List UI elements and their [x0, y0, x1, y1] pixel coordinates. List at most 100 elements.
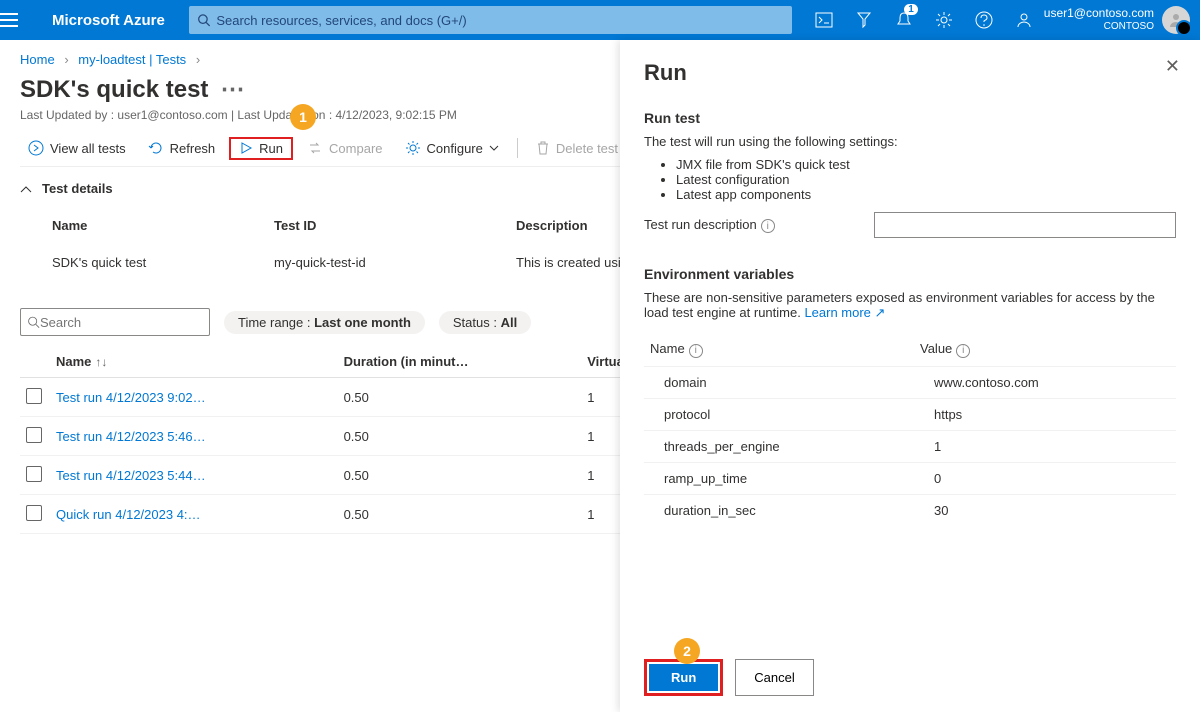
search-icon — [197, 13, 211, 27]
refresh-button[interactable]: Refresh — [140, 136, 224, 160]
info-icon[interactable]: i — [689, 344, 703, 358]
panel-title: Run — [644, 60, 1176, 86]
env-value: www.contoso.com — [914, 366, 1176, 398]
col-description: Description — [516, 208, 621, 243]
configure-label: Configure — [427, 141, 483, 156]
top-header: Microsoft Azure 1 user1@contoso.com CONT… — [0, 0, 1200, 40]
env-name: duration_in_sec — [644, 494, 914, 526]
chevron-right-icon: › — [64, 52, 68, 67]
hamburger-icon — [0, 13, 18, 27]
sort-icon: ↑↓ — [95, 355, 107, 369]
compare-button[interactable]: Compare — [299, 136, 390, 160]
run-name-link[interactable]: Quick run 4/12/2023 4:… — [56, 507, 201, 522]
env-value: 1 — [914, 430, 1176, 462]
run-panel: ✕ Run Run test The test will run using t… — [620, 40, 1200, 712]
run-duration: 0.50 — [338, 456, 582, 495]
col-run-name[interactable]: Name↑↓ — [50, 346, 338, 378]
bullet-item: Latest app components — [676, 187, 1176, 202]
notifications-icon[interactable]: 1 — [884, 0, 924, 40]
close-panel-button[interactable]: ✕ — [1165, 56, 1180, 77]
avatar[interactable] — [1162, 6, 1190, 34]
global-search[interactable] — [189, 6, 792, 34]
chevron-up-icon — [20, 185, 32, 193]
run-name-link[interactable]: Test run 4/12/2023 9:02… — [56, 390, 206, 405]
env-row: threads_per_engine1 — [644, 430, 1176, 462]
run-duration: 0.50 — [338, 495, 582, 534]
env-heading: Environment variables — [644, 266, 1176, 282]
breadcrumb-home[interactable]: Home — [20, 52, 55, 67]
breadcrumb-parent[interactable]: my-loadtest | Tests — [78, 52, 186, 67]
env-name: domain — [644, 366, 914, 398]
env-row: duration_in_sec30 — [644, 494, 1176, 526]
runs-search-input[interactable] — [40, 315, 203, 330]
description-input[interactable] — [874, 212, 1176, 238]
time-range-label: Time range : — [238, 315, 314, 330]
test-details-heading: Test details — [42, 181, 113, 196]
env-value: https — [914, 398, 1176, 430]
env-col-name: Namei — [644, 333, 914, 366]
callout-1: 1 — [290, 104, 316, 130]
status-filter[interactable]: Status : All — [439, 311, 531, 334]
bullet-item: Latest configuration — [676, 172, 1176, 187]
col-checkbox — [20, 346, 50, 378]
chevron-down-icon — [489, 145, 499, 151]
run-button[interactable]: Run — [229, 137, 293, 160]
directory-filter-icon[interactable] — [844, 0, 884, 40]
gear-icon — [405, 140, 421, 156]
panel-run-button[interactable]: Run — [649, 664, 718, 691]
panel-subheading: Run test — [644, 110, 1176, 126]
env-row: ramp_up_time0 — [644, 462, 1176, 494]
toolbar-divider — [517, 138, 518, 158]
run-name-link[interactable]: Test run 4/12/2023 5:46… — [56, 429, 206, 444]
chevron-right-icon: › — [196, 52, 200, 67]
status-value: All — [501, 315, 518, 330]
col-duration[interactable]: Duration (in minut… — [338, 346, 582, 378]
learn-more-link[interactable]: Learn more ↗ — [804, 305, 885, 320]
user-email: user1@contoso.com — [1044, 6, 1154, 20]
help-icon[interactable] — [964, 0, 1004, 40]
description-row: Test run descriptioni — [644, 212, 1176, 238]
row-checkbox[interactable] — [26, 388, 42, 404]
env-name: ramp_up_time — [644, 462, 914, 494]
panel-footer: Run Cancel — [644, 659, 814, 696]
panel-cancel-button[interactable]: Cancel — [735, 659, 813, 696]
settings-icon[interactable] — [924, 0, 964, 40]
header-icons: 1 — [804, 0, 1044, 40]
global-search-input[interactable] — [216, 13, 783, 28]
configure-button[interactable]: Configure — [397, 136, 507, 160]
info-icon[interactable]: i — [956, 344, 970, 358]
col-test-id: Test ID — [274, 208, 514, 243]
test-details-table: Name Test ID Description SDK's quick tes… — [50, 206, 623, 282]
run-button-highlight: Run — [644, 659, 723, 696]
hamburger-menu[interactable] — [0, 13, 40, 27]
view-all-tests-button[interactable]: View all tests — [20, 136, 134, 160]
feedback-icon[interactable] — [1004, 0, 1044, 40]
panel-intro: The test will run using the following se… — [644, 134, 1176, 149]
more-actions-icon[interactable]: ⋯ — [220, 75, 244, 104]
runs-search[interactable] — [20, 308, 210, 336]
env-row: protocolhttps — [644, 398, 1176, 430]
detail-test-id: my-quick-test-id — [274, 245, 514, 280]
refresh-label: Refresh — [170, 141, 216, 156]
row-checkbox[interactable] — [26, 427, 42, 443]
compare-icon — [307, 140, 323, 156]
search-icon — [27, 315, 40, 329]
compare-label: Compare — [329, 141, 382, 156]
run-name-link[interactable]: Test run 4/12/2023 5:44… — [56, 468, 206, 483]
play-icon — [239, 141, 253, 155]
row-checkbox[interactable] — [26, 505, 42, 521]
person-icon — [1168, 12, 1184, 28]
time-range-filter[interactable]: Time range : Last one month — [224, 311, 425, 334]
cloud-shell-icon[interactable] — [804, 0, 844, 40]
panel-bullets: JMX file from SDK's quick testLatest con… — [676, 157, 1176, 202]
info-icon[interactable]: i — [761, 219, 775, 233]
callout-2: 2 — [674, 638, 700, 664]
env-value: 30 — [914, 494, 1176, 526]
brand-label[interactable]: Microsoft Azure — [40, 12, 177, 29]
arrow-right-circle-icon — [28, 140, 44, 156]
row-checkbox[interactable] — [26, 466, 42, 482]
user-block[interactable]: user1@contoso.com CONTOSO — [1044, 6, 1162, 34]
page-title: SDK's quick test — [20, 76, 208, 104]
run-label: Run — [259, 141, 283, 156]
tenant-name: CONTOSO — [1044, 20, 1154, 34]
